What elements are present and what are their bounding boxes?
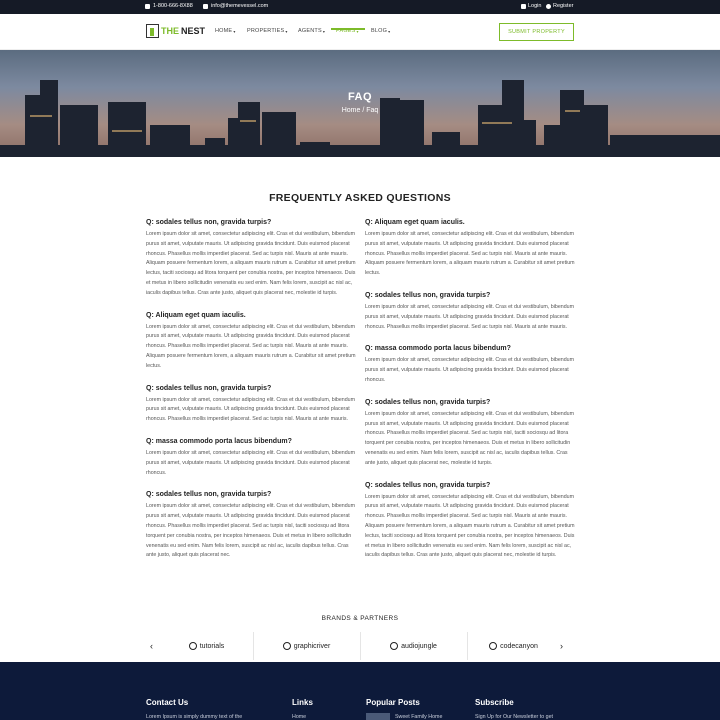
logo-nest: NEST [181,26,206,36]
nav-agents[interactable]: AGENTS ▾ [298,28,325,34]
faq-answer: Lorem ipsum dolor sit amet, consectetur … [365,493,575,559]
site-logo[interactable]: THE NEST [146,24,205,38]
email-address: info@themevessel.com [211,3,269,9]
submit-property-button[interactable]: SUBMIT PROPERTY [499,23,574,41]
faq-heading: FREQUENTLY ASKED QUESTIONS [269,192,451,204]
footer-subscribe-heading: Subscribe [475,698,514,707]
faq-question: Q: massa commodo porta lacus bibendum? [146,437,292,445]
brand-name: graphicriver [293,642,331,650]
nav-blog[interactable]: BLOG ▾ [371,28,390,34]
nav-blog-label: BLOG [371,28,388,34]
main-header: THE NEST HOME ▾ PROPERTIES ▾ AGENTS ▾ PAGES ▾… [0,14,720,50]
breadcrumb-home[interactable]: Home [342,107,361,114]
nav-pages-label: PAGES [336,28,356,34]
brand-logo-audiojungle[interactable]: audiojungle [360,632,467,660]
footer-posts-heading: Popular Posts [366,698,420,707]
building-icon [146,24,159,38]
topbar-email[interactable]: info@themevessel.com [203,3,268,9]
nav-home-label: HOME [215,28,233,34]
brand-name: tutorials [199,642,225,650]
nav-agents-label: AGENTS [298,28,322,34]
breadcrumb-separator: / [362,107,365,114]
chevron-down-icon: ▾ [233,28,236,34]
nav-properties[interactable]: PROPERTIES ▾ [247,28,288,34]
chevron-down-icon: ▾ [285,28,288,34]
faq-question: Q: sodales tellus non, gravida turpis? [365,291,491,299]
lock-icon [521,3,526,9]
chevron-down-icon: ▾ [322,28,326,34]
faq-answer: Lorem ipsum dolor sit amet, consectetur … [146,396,356,423]
nav-pages[interactable]: PAGES ▾ [336,28,359,34]
breadcrumb: Home / Faq [0,107,720,114]
logo-the: THE [161,26,179,36]
phone-number: 1-800-666-8X88 [153,3,193,9]
faq-question: Q: sodales tellus non, gravida turpis? [365,398,491,406]
brand-logo-graphicriver[interactable]: graphicriver [253,632,360,660]
city-skyline-image [0,80,720,157]
nav-home[interactable]: HOME ▾ [215,28,236,34]
brands-heading: BRANDS & PARTNERS [321,615,399,622]
faq-question: Q: massa commodo porta lacus bibendum? [365,345,511,353]
post-thumbnail[interactable] [366,713,390,720]
register-link[interactable]: Register [546,3,573,9]
brand-name: codecanyon [500,642,538,650]
faq-answer: Lorem ipsum dolor sit amet, consectetur … [146,323,356,369]
faq-question: Q: sodales tellus non, gravida turpis? [146,491,272,499]
top-bar: 1-800-666-8X88 info@themevessel.com Logi… [0,0,720,14]
footer-contact-heading: Contact Us [146,698,189,707]
brand-name: audiojungle [401,642,437,650]
faq-column-right: Q: Aliquam eget quam iaculis. Lorem ipsu… [365,219,575,574]
codecanyon-logo-icon [489,642,498,650]
faq-answer: Lorem ipsum dolor sit amet, consectetur … [146,503,356,559]
chevron-down-icon: ▾ [356,28,359,34]
faq-answer: Lorem ipsum dolor sit amet, consectetur … [146,231,356,296]
brand-logo-codecanyon[interactable]: codecanyon [467,632,560,660]
chevron-down-icon: ▾ [388,28,391,34]
footer-link-home[interactable]: Home [292,714,306,720]
faq-answer: Lorem ipsum dolor sit amet, consectetur … [365,231,575,277]
breadcrumb-current: Faq [366,107,379,114]
faq-question: Q: Aliquam eget quam iaculis. [365,219,465,226]
faq-answer: Lorem ipsum dolor sit amet, consectetur … [146,449,356,476]
login-label: Login [528,3,542,9]
faq-question: Q: sodales tellus non, gravida turpis? [146,384,272,392]
faq-question: Q: sodales tellus non, gravida turpis? [365,481,491,489]
page-banner: FAQ Home / Faq [0,50,720,157]
user-icon [546,3,551,9]
faq-answer: Lorem ipsum dolor sit amet, consectetur … [365,357,575,383]
footer-contact-text: Lorem Ipsum is simply dummy text of the [146,714,243,720]
audiojungle-logo-icon [390,642,399,650]
faq-question: Q: sodales tellus non, gravida turpis? [146,219,272,226]
phone-icon [145,3,150,9]
footer-links-heading: Links [292,698,313,707]
brand-logo-tutorials[interactable]: tutorials [160,632,253,660]
footer-subscribe-text: Sign Up for Our Newsletter to get [475,714,554,720]
faq-question: Q: Aliquam eget quam iaculis. [146,311,246,319]
brands-carousel: tutorials graphicriver audiojungle codec… [146,632,574,660]
footer-post-title[interactable]: Sweet Family Home [395,714,442,720]
tutorials-logo-icon [188,642,197,650]
graphicriver-logo-icon [282,642,291,650]
topbar-phone[interactable]: 1-800-666-8X88 [145,3,193,9]
faq-column-left: Q: sodales tellus non, gravida turpis? L… [146,219,356,574]
login-link[interactable]: Login [521,3,541,9]
site-footer: Contact Us Links Popular Posts Subscribe… [0,662,720,720]
faq-answer: Lorem ipsum dolor sit amet, consectetur … [365,410,575,466]
page-title: FAQ [347,91,373,103]
envelope-icon [203,3,208,9]
nav-properties-label: PROPERTIES [247,28,285,34]
faq-answer: Lorem ipsum dolor sit amet, consectetur … [365,303,575,330]
register-label: Register [553,3,574,9]
